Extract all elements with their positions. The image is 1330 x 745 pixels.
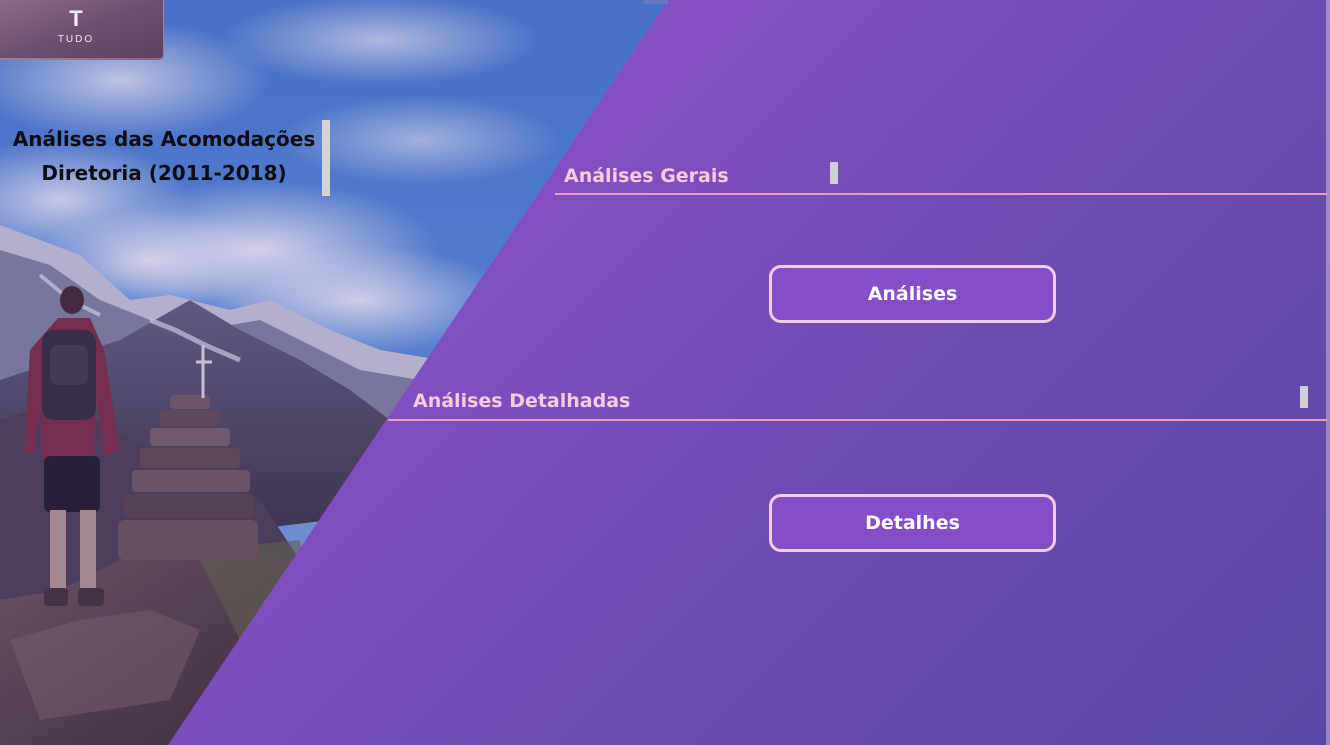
panel-top-accent	[644, 0, 668, 4]
report-page: T TUDO Análises das Acomodações Diretori…	[0, 0, 1330, 745]
section-detailed-scroll-handle[interactable]	[1300, 386, 1308, 408]
logo-letter: T	[69, 6, 83, 31]
report-title-line-2: Diretoria (2011-2018)	[41, 161, 287, 185]
report-title-line-1: Análises das Acomodações	[12, 127, 316, 151]
report-title: Análises das Acomodações Diretoria (2011…	[6, 122, 322, 190]
detalhes-button-label: Detalhes	[865, 512, 960, 534]
brand-logo: T TUDO	[0, 0, 164, 60]
section-general-scroll-handle[interactable]	[830, 162, 838, 184]
analises-button[interactable]: Análises	[769, 265, 1056, 323]
page-right-edge	[1326, 0, 1330, 745]
section-title-detailed: Análises Detalhadas	[413, 390, 631, 412]
analises-button-label: Análises	[867, 283, 958, 305]
section-title-general: Análises Gerais	[564, 165, 729, 187]
title-accent-bar	[322, 120, 330, 196]
section-general-divider	[555, 193, 1327, 195]
logo-wordmark: TUDO	[57, 34, 95, 45]
detalhes-button[interactable]: Detalhes	[769, 494, 1056, 552]
section-detailed-divider	[388, 419, 1327, 421]
